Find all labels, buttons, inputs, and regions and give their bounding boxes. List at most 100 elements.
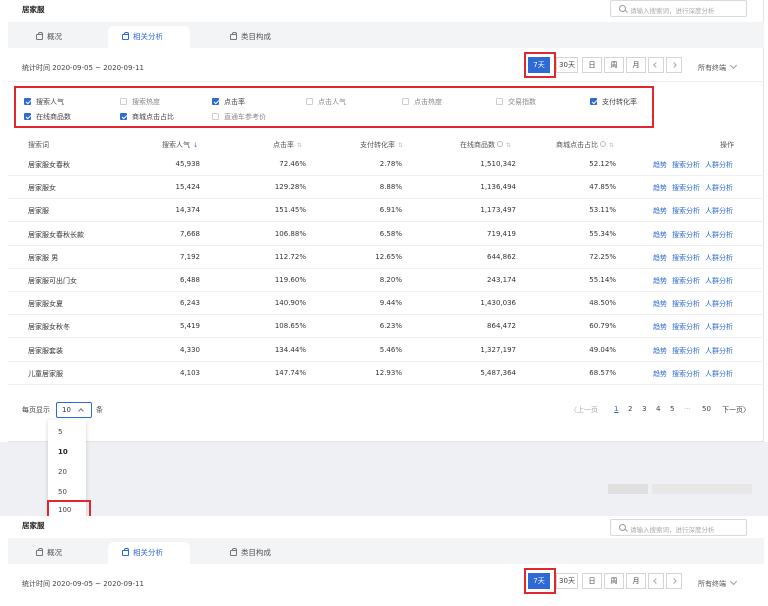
search-analysis-link[interactable]: 搜索分析 [672, 254, 700, 262]
page-link-5[interactable]: 5 [670, 405, 674, 413]
checkbox-unchecked-icon [496, 98, 503, 105]
filter-checkbox[interactable]: 商城点击占比 [120, 112, 174, 122]
value-cell: 864,472 [487, 322, 516, 331]
col-search-popularity[interactable]: 搜索人气 ↓ [162, 140, 198, 150]
value-cell: 4,330 [179, 345, 200, 354]
page-size-option-10[interactable]: 10 [48, 442, 86, 462]
tab-overview[interactable]: 概况 [36, 542, 62, 564]
crowd-analysis-link[interactable]: 人群分析 [705, 323, 733, 331]
trend-link[interactable]: 趋势 [653, 300, 667, 308]
prev-page-link[interactable]: 〈上一页 [570, 405, 598, 415]
page-size-option-5[interactable]: 5 [48, 422, 86, 442]
tab-overview[interactable]: 概况 [36, 26, 62, 48]
search-analysis-link[interactable]: 搜索分析 [672, 300, 700, 308]
tab-related-analysis[interactable]: 相关分析 [108, 26, 190, 48]
search-analysis-link[interactable]: 搜索分析 [672, 207, 700, 215]
trend-link[interactable]: 趋势 [653, 207, 667, 215]
filter-label: 支付转化率 [602, 98, 637, 106]
period-day-button[interactable]: 日 [582, 57, 602, 73]
page-link-1[interactable]: 1 [614, 405, 618, 413]
page-link-3[interactable]: 3 [642, 405, 646, 413]
trend-link[interactable]: 趋势 [653, 161, 667, 169]
trend-link[interactable]: 趋势 [653, 370, 667, 378]
crowd-analysis-link[interactable]: 人群分析 [705, 300, 733, 308]
period-week-button[interactable]: 周 [604, 573, 624, 589]
next-period-button[interactable] [666, 573, 682, 589]
col-click-rate[interactable]: 点击率 ⇅ [273, 140, 302, 150]
search-input[interactable]: 请输入搜索词，进行深度分析 [610, 519, 747, 536]
filter-checkbox[interactable]: 直通车参考价 [212, 112, 266, 122]
terminal-select[interactable]: 所有终端 [698, 61, 738, 73]
value-cell: 6,488 [179, 276, 200, 284]
page-link-2[interactable]: 2 [628, 405, 632, 413]
filter-checkbox[interactable]: 支付转化率 [590, 97, 637, 107]
trend-link[interactable]: 趋势 [653, 347, 667, 355]
col-mall-click-share[interactable]: 商城点击占比 ⇅ [556, 140, 614, 150]
prev-period-button[interactable] [648, 573, 664, 589]
filter-checkbox[interactable]: 在线商品数 [24, 112, 71, 122]
tab-category-composition[interactable]: 类目构成 [230, 26, 271, 48]
value-cell: 134.44% [274, 345, 306, 354]
period-30d-button[interactable]: 30天 [556, 573, 578, 589]
value-cell: 1,136,494 [480, 183, 516, 192]
terminal-select[interactable]: 所有终端 [698, 577, 738, 589]
table-row: 居家服套装 4,330 134.44% 5.46% 1,327,197 49.04% 趋势搜… [8, 339, 764, 362]
crowd-analysis-link[interactable]: 人群分析 [705, 254, 733, 262]
bag-icon [122, 548, 129, 556]
search-analysis-link[interactable]: 搜索分析 [672, 323, 700, 331]
filter-checkbox[interactable]: 搜索人气 [24, 97, 64, 107]
table-row: 居家服女秋冬 5,419 108.65% 6.23% 864,472 60.79% 趋势 搜索… [8, 315, 764, 339]
crowd-analysis-link[interactable]: 人群分析 [705, 370, 733, 378]
prev-period-button[interactable] [648, 57, 664, 73]
col-online-items[interactable]: 在线商品数 ⇅ [460, 140, 511, 150]
filter-checkbox[interactable]: 交易指数 [496, 97, 536, 107]
filter-checkbox[interactable]: 点击人气 [306, 97, 346, 107]
page-size-option-50[interactable]: 50 [48, 482, 86, 502]
crowd-analysis-link[interactable]: 人群分析 [705, 161, 733, 169]
actions-cell: 趋势 搜索分析 人群分析 [648, 369, 733, 379]
col-pay-conversion[interactable]: 支付转化率 ⇅ [360, 140, 403, 150]
tab-related-analysis[interactable]: 相关分析 [108, 542, 190, 564]
period-day-button[interactable]: 日 [582, 573, 602, 589]
filter-checkbox[interactable]: 搜索热度 [120, 97, 160, 107]
search-analysis-link[interactable]: 搜索分析 [672, 347, 700, 355]
next-period-button[interactable] [666, 57, 682, 73]
filter-checkbox[interactable]: 点击热度 [402, 97, 442, 107]
trend-link[interactable]: 趋势 [653, 184, 667, 192]
page-size-option-20[interactable]: 20 [48, 462, 86, 482]
table-row: 居家服 男 7,192 112.72% 12.65% 644,862 72.25% 趋势 搜索… [8, 246, 764, 269]
tab-category-composition[interactable]: 类目构成 [230, 542, 271, 564]
search-analysis-link[interactable]: 搜索分析 [672, 161, 700, 169]
trend-link[interactable]: 趋势 [653, 277, 667, 285]
search-analysis-link[interactable]: 搜索分析 [672, 184, 700, 192]
filter-checkbox[interactable]: 点击率 [212, 97, 245, 107]
trend-link[interactable]: 趋势 [653, 231, 667, 239]
crowd-analysis-link[interactable]: 人群分析 [705, 277, 733, 285]
period-month-button[interactable]: 月 [626, 573, 646, 589]
bag-icon [230, 32, 237, 40]
col-keyword: 搜索词 [28, 141, 49, 149]
page-link-4[interactable]: 4 [656, 405, 660, 413]
search-input[interactable]: 请输入搜索词，进行深度分析 [610, 0, 747, 17]
crowd-analysis-link[interactable]: 人群分析 [705, 207, 733, 215]
period-week-button[interactable]: 周 [604, 57, 624, 73]
search-analysis-link[interactable]: 搜索分析 [672, 231, 700, 239]
search-analysis-link[interactable]: 搜索分析 [672, 370, 700, 378]
chevron-up-icon [78, 408, 84, 414]
next-page-link[interactable]: 下一页〉 [722, 405, 750, 415]
trend-link[interactable]: 趋势 [653, 323, 667, 331]
period-month-button[interactable]: 月 [626, 57, 646, 73]
trend-link[interactable]: 趋势 [653, 254, 667, 262]
crowd-analysis-link[interactable]: 人群分析 [705, 347, 733, 355]
value-cell: 2.78% [379, 160, 402, 168]
crowd-analysis-link[interactable]: 人群分析 [705, 231, 733, 239]
crowd-analysis-link[interactable]: 人群分析 [705, 184, 733, 192]
table-row: 居家服 14,374 151.45% 6.91% 1,173,497 53.11% 趋势 搜索… [8, 199, 764, 223]
highlight-7d [524, 52, 556, 78]
page-link-50[interactable]: 50 [702, 405, 711, 413]
page-size-select[interactable]: 10 [56, 402, 92, 418]
period-30d-button[interactable]: 30天 [556, 57, 578, 73]
value-cell: 1,430,036 [480, 299, 516, 308]
chevron-right-icon [671, 578, 677, 584]
search-analysis-link[interactable]: 搜索分析 [672, 277, 700, 285]
